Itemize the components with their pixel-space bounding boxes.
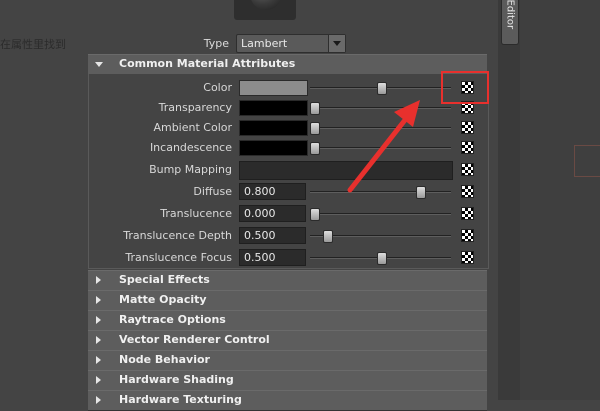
editor-side-tab[interactable]: Editor (501, 0, 519, 45)
right-viewport-region (520, 0, 600, 400)
editor-side-tab-label: Editor (504, 0, 516, 30)
side-scroll-column: Editor (498, 0, 520, 400)
faint-annotation-box (574, 145, 600, 177)
